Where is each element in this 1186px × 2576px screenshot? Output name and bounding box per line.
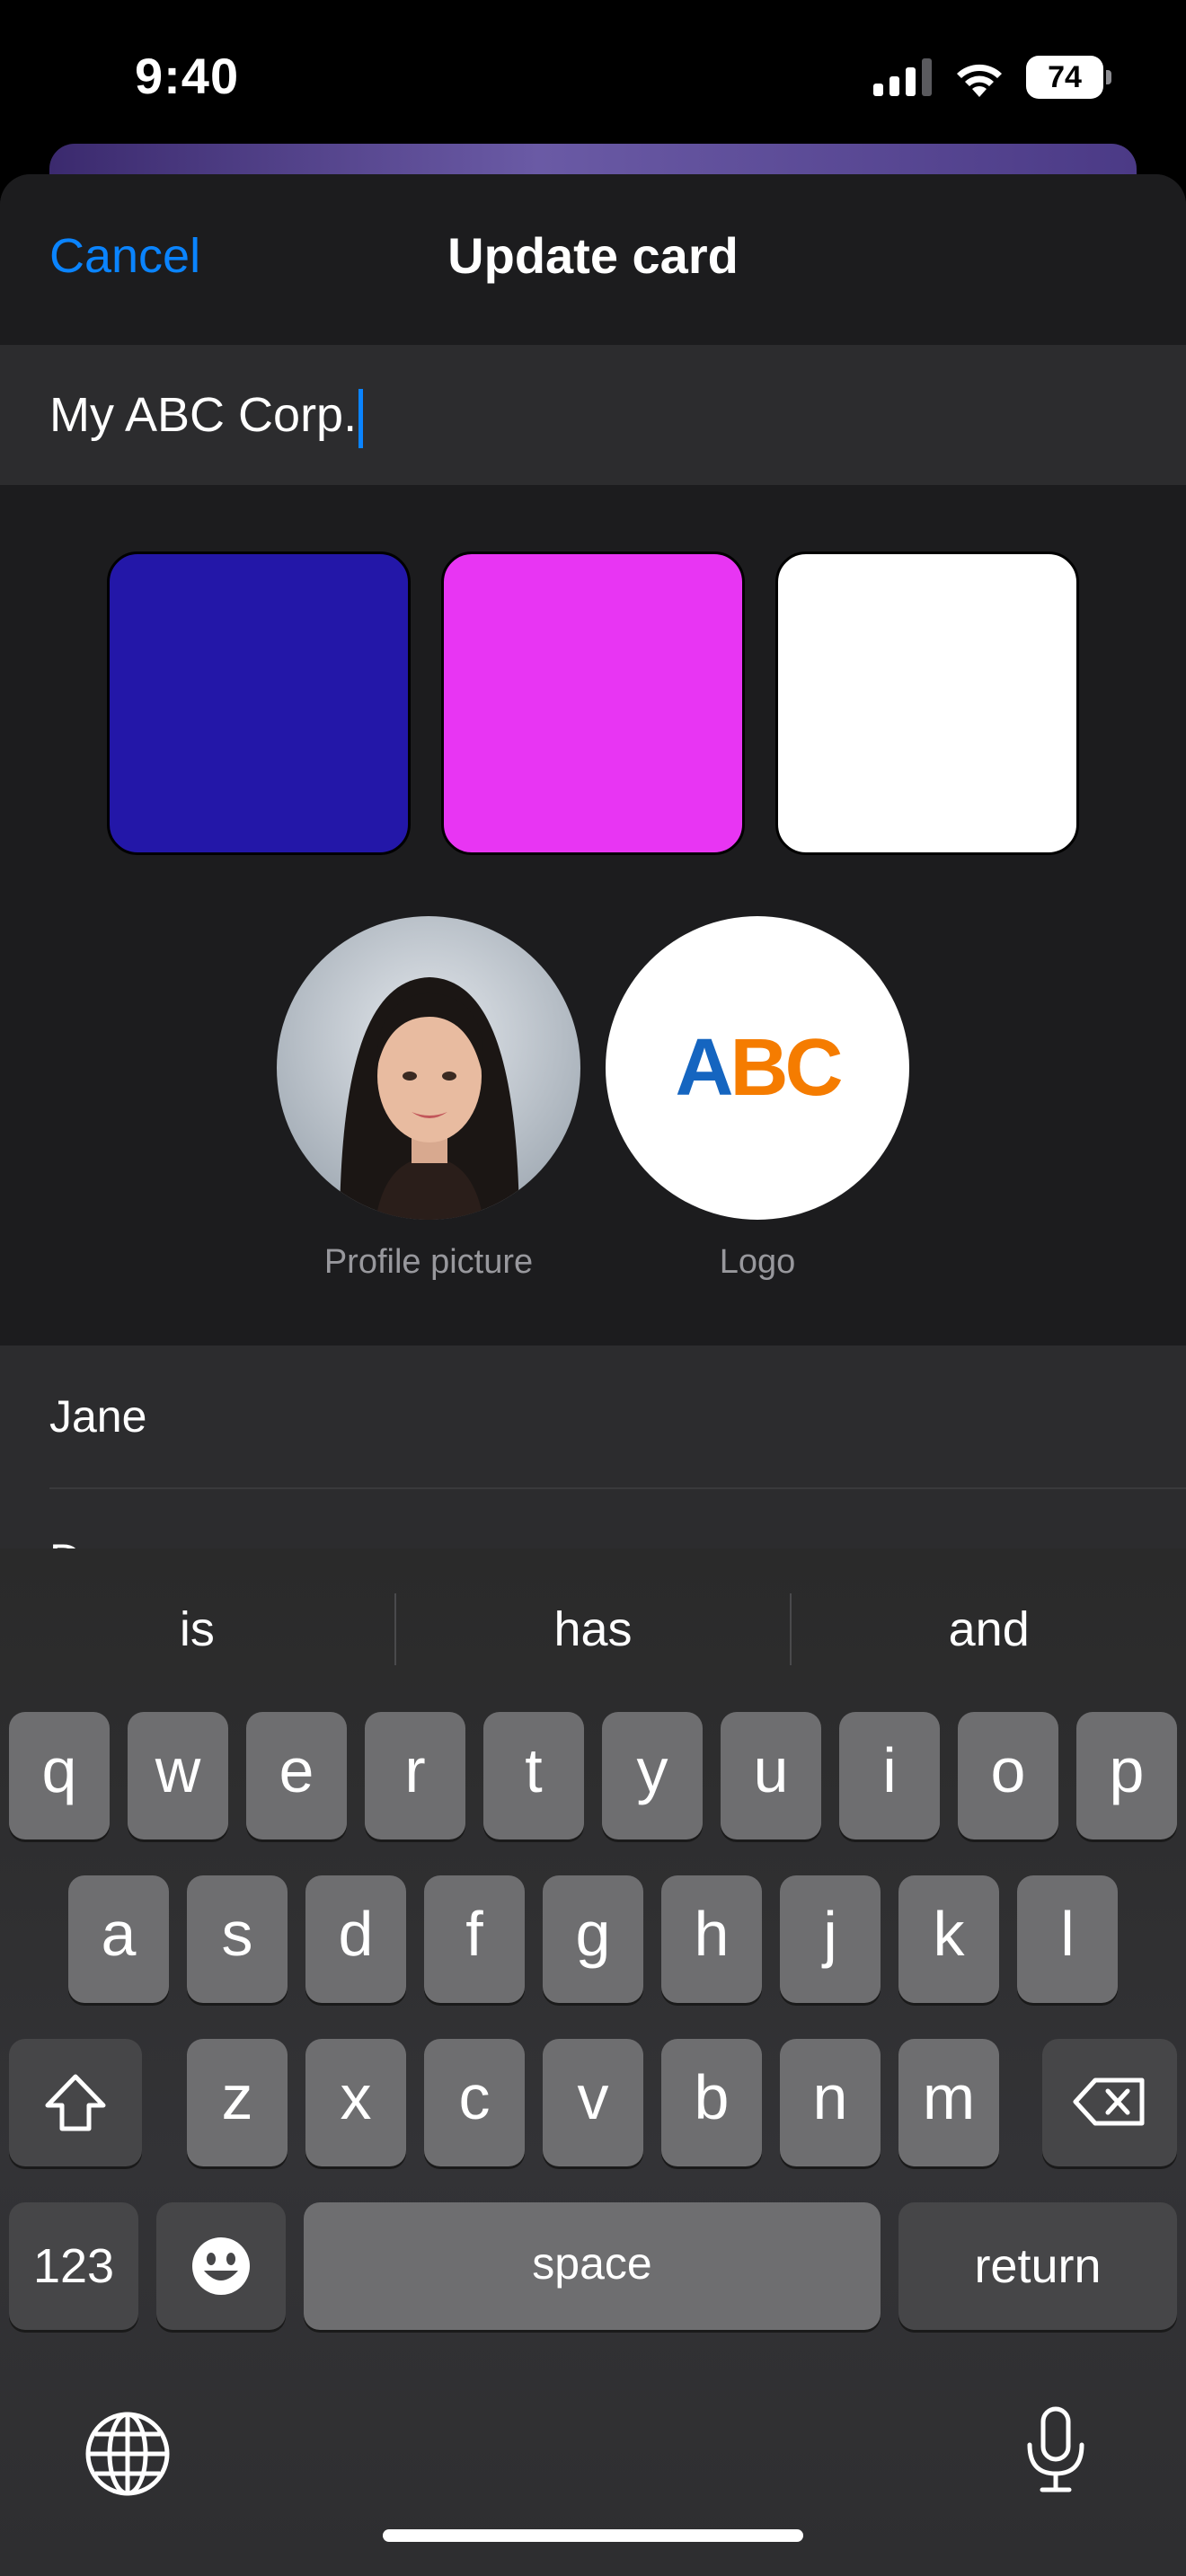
battery-icon: 74 [1026,56,1111,99]
suggestion-1[interactable]: is [0,1584,394,1674]
space-key[interactable]: space [304,2202,881,2330]
nav-bar: Update card Cancel [0,174,1186,345]
key-n[interactable]: n [780,2039,881,2166]
suggestion-bar: is has and [0,1584,1186,1674]
key-g[interactable]: g [543,1875,643,2003]
cancel-button[interactable]: Cancel [49,228,200,284]
shift-icon [45,2074,106,2131]
key-k[interactable]: k [898,1875,999,2003]
key-z[interactable]: z [187,2039,288,2166]
key-y[interactable]: y [602,1712,703,1839]
card-name-value: My ABC Corp. [49,387,364,448]
profile-picture-picker: Profile picture [277,916,580,1282]
key-o[interactable]: o [958,1712,1058,1839]
key-l[interactable]: l [1017,1875,1118,2003]
return-key[interactable]: return [898,2202,1177,2330]
company-logo: ABC [675,1022,844,1113]
logo-label: Logo [719,1243,796,1281]
status-bar: 9:40 74 [0,0,1186,153]
emoji-icon [192,2237,250,2295]
text-cursor [358,388,364,448]
globe-icon[interactable] [84,2411,171,2497]
suggestion-3[interactable]: and [792,1584,1186,1674]
suggestion-2[interactable]: has [396,1584,791,1674]
color-swatches [0,551,1186,857]
backspace-icon [1073,2078,1145,2126]
key-f[interactable]: f [424,1875,525,2003]
key-a[interactable]: a [68,1875,169,2003]
cellular-signal-icon [873,58,932,96]
status-time: 9:40 [135,48,240,104]
key-e[interactable]: e [246,1712,347,1839]
key-c[interactable]: c [424,2039,525,2166]
key-p[interactable]: p [1076,1712,1177,1839]
key-t[interactable]: t [483,1712,584,1839]
color-swatch-white[interactable] [775,551,1079,855]
color-swatch-indigo[interactable] [107,551,411,855]
profile-picture[interactable] [277,916,580,1220]
key-w[interactable]: w [128,1712,228,1839]
delete-key[interactable] [1042,2039,1177,2166]
key-m[interactable]: m [898,2039,999,2166]
image-pickers: Profile picture ABC Logo [0,916,1186,1282]
key-d[interactable]: d [305,1875,406,2003]
profile-photo-icon [277,916,580,1220]
status-icons: 74 [873,56,1111,99]
card-name-text: My ABC Corp. [49,388,358,442]
key-i[interactable]: i [839,1712,940,1839]
key-q[interactable]: q [9,1712,110,1839]
first-name-field[interactable]: Jane [0,1345,1186,1489]
color-swatch-magenta[interactable] [441,551,745,855]
emoji-key[interactable] [156,2202,286,2330]
profile-picture-label: Profile picture [323,1243,534,1281]
key-u[interactable]: u [721,1712,821,1839]
logo-picker: ABC Logo [606,916,909,1282]
microphone-icon[interactable] [1024,2405,1087,2495]
shift-key[interactable] [9,2039,142,2166]
key-r[interactable]: r [365,1712,465,1839]
logo-image[interactable]: ABC [606,916,909,1220]
home-indicator [383,2529,803,2542]
key-v[interactable]: v [543,2039,643,2166]
key-s[interactable]: s [187,1875,288,2003]
first-name-value: Jane [49,1391,147,1442]
keyboard: is has and q w e r t y u i o p a s d f g… [0,1548,1186,2576]
wifi-icon [957,64,1002,97]
key-h[interactable]: h [661,1875,762,2003]
numbers-key[interactable]: 123 [9,2202,138,2330]
key-x[interactable]: x [305,2039,406,2166]
key-j[interactable]: j [780,1875,881,2003]
key-b[interactable]: b [661,2039,762,2166]
card-name-field[interactable]: My ABC Corp. [0,345,1186,485]
